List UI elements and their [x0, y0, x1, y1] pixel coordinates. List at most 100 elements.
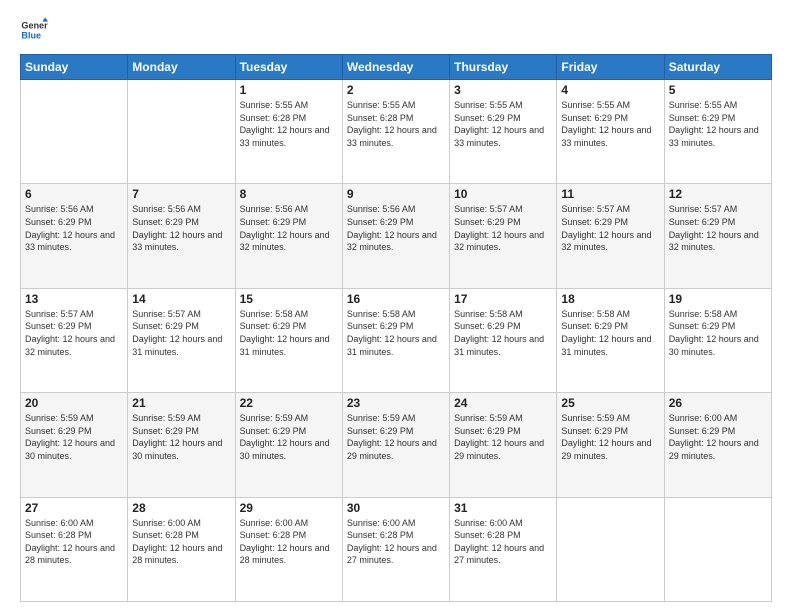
- logo: General Blue: [20, 16, 52, 44]
- day-info: Sunrise: 5:55 AMSunset: 6:28 PMDaylight:…: [347, 99, 445, 149]
- calendar-cell: 20Sunrise: 5:59 AMSunset: 6:29 PMDayligh…: [21, 393, 128, 497]
- day-number: 19: [669, 292, 767, 306]
- day-info: Sunrise: 5:59 AMSunset: 6:29 PMDaylight:…: [132, 412, 230, 462]
- logo-icon: General Blue: [20, 16, 48, 44]
- calendar-cell: 3 Sunrise: 5:55 AMSunset: 6:29 PMDaylight…: [450, 80, 557, 184]
- calendar-cell: [557, 497, 664, 601]
- calendar-cell: 26 Sunrise: 6:00 AMSunset: 6:29 PMDayligh…: [664, 393, 771, 497]
- day-number: 22: [240, 396, 338, 410]
- day-number: 18: [561, 292, 659, 306]
- page: General Blue SundayMondayTuesdayWednesda…: [0, 0, 792, 612]
- day-info: Sunrise: 5:56 AMSunset: 6:29 PMDaylight:…: [25, 203, 123, 253]
- svg-text:General: General: [21, 21, 48, 31]
- day-info: Sunrise: 5:58 AMSunset: 6:29 PMDaylight:…: [669, 308, 767, 358]
- day-info: Sunrise: 5:57 AMSunset: 6:29 PMDaylight:…: [669, 203, 767, 253]
- day-header-friday: Friday: [557, 55, 664, 80]
- calendar-cell: [21, 80, 128, 184]
- day-number: 6: [25, 187, 123, 201]
- calendar-header-row: SundayMondayTuesdayWednesdayThursdayFrid…: [21, 55, 772, 80]
- day-number: 14: [132, 292, 230, 306]
- day-number: 10: [454, 187, 552, 201]
- day-info: Sunrise: 5:57 AMSunset: 6:29 PMDaylight:…: [132, 308, 230, 358]
- day-number: 21: [132, 396, 230, 410]
- calendar-cell: [128, 80, 235, 184]
- calendar-cell: 29 Sunrise: 6:00 AMSunset: 6:28 PMDayligh…: [235, 497, 342, 601]
- day-info: Sunrise: 5:57 AMSunset: 6:29 PMDaylight:…: [25, 308, 123, 358]
- day-number: 23: [347, 396, 445, 410]
- day-info: Sunrise: 5:56 AMSunset: 6:29 PMDaylight:…: [132, 203, 230, 253]
- day-info: Sunrise: 5:55 AMSunset: 6:28 PMDaylight:…: [240, 99, 338, 149]
- day-number: 1: [240, 83, 338, 97]
- calendar-cell: 10 Sunrise: 5:57 AMSunset: 6:29 PMDayligh…: [450, 184, 557, 288]
- day-number: 12: [669, 187, 767, 201]
- calendar-cell: 8Sunrise: 5:56 AMSunset: 6:29 PMDaylight…: [235, 184, 342, 288]
- day-number: 24: [454, 396, 552, 410]
- calendar-cell: 13 Sunrise: 5:57 AMSunset: 6:29 PMDayligh…: [21, 288, 128, 392]
- day-info: Sunrise: 5:58 AMSunset: 6:29 PMDaylight:…: [347, 308, 445, 358]
- calendar-cell: 6 Sunrise: 5:56 AMSunset: 6:29 PMDaylight…: [21, 184, 128, 288]
- day-number: 3: [454, 83, 552, 97]
- calendar-cell: 23 Sunrise: 5:59 AMSunset: 6:29 PMDayligh…: [342, 393, 449, 497]
- calendar-cell: 11Sunrise: 5:57 AMSunset: 6:29 PMDayligh…: [557, 184, 664, 288]
- day-number: 25: [561, 396, 659, 410]
- day-number: 29: [240, 501, 338, 515]
- day-header-sunday: Sunday: [21, 55, 128, 80]
- day-info: Sunrise: 5:56 AMSunset: 6:29 PMDaylight:…: [347, 203, 445, 253]
- day-info: Sunrise: 5:59 AMSunset: 6:29 PMDaylight:…: [347, 412, 445, 462]
- day-info: Sunrise: 6:00 AMSunset: 6:28 PMDaylight:…: [132, 517, 230, 567]
- day-number: 4: [561, 83, 659, 97]
- day-info: Sunrise: 5:59 AMSunset: 6:29 PMDaylight:…: [561, 412, 659, 462]
- calendar: SundayMondayTuesdayWednesdayThursdayFrid…: [20, 54, 772, 602]
- day-info: Sunrise: 6:00 AMSunset: 6:28 PMDaylight:…: [454, 517, 552, 567]
- day-header-thursday: Thursday: [450, 55, 557, 80]
- day-header-wednesday: Wednesday: [342, 55, 449, 80]
- calendar-cell: 7Sunrise: 5:56 AMSunset: 6:29 PMDaylight…: [128, 184, 235, 288]
- calendar-cell: 27 Sunrise: 6:00 AMSunset: 6:28 PMDayligh…: [21, 497, 128, 601]
- day-info: Sunrise: 6:00 AMSunset: 6:29 PMDaylight:…: [669, 412, 767, 462]
- calendar-cell: 9 Sunrise: 5:56 AMSunset: 6:29 PMDaylight…: [342, 184, 449, 288]
- day-header-tuesday: Tuesday: [235, 55, 342, 80]
- day-info: Sunrise: 5:55 AMSunset: 6:29 PMDaylight:…: [561, 99, 659, 149]
- calendar-cell: 2 Sunrise: 5:55 AMSunset: 6:28 PMDaylight…: [342, 80, 449, 184]
- day-number: 2: [347, 83, 445, 97]
- day-number: 26: [669, 396, 767, 410]
- calendar-cell: 12 Sunrise: 5:57 AMSunset: 6:29 PMDayligh…: [664, 184, 771, 288]
- day-info: Sunrise: 5:59 AMSunset: 6:29 PMDaylight:…: [454, 412, 552, 462]
- day-info: Sunrise: 5:57 AMSunset: 6:29 PMDaylight:…: [454, 203, 552, 253]
- day-number: 17: [454, 292, 552, 306]
- day-info: Sunrise: 6:00 AMSunset: 6:28 PMDaylight:…: [347, 517, 445, 567]
- day-info: Sunrise: 5:55 AMSunset: 6:29 PMDaylight:…: [669, 99, 767, 149]
- calendar-cell: 1 Sunrise: 5:55 AMSunset: 6:28 PMDaylight…: [235, 80, 342, 184]
- calendar-week-4: 20Sunrise: 5:59 AMSunset: 6:29 PMDayligh…: [21, 393, 772, 497]
- day-number: 28: [132, 501, 230, 515]
- calendar-cell: 19 Sunrise: 5:58 AMSunset: 6:29 PMDayligh…: [664, 288, 771, 392]
- day-number: 9: [347, 187, 445, 201]
- day-info: Sunrise: 6:00 AMSunset: 6:28 PMDaylight:…: [240, 517, 338, 567]
- calendar-cell: 15Sunrise: 5:58 AMSunset: 6:29 PMDayligh…: [235, 288, 342, 392]
- day-number: 11: [561, 187, 659, 201]
- day-info: Sunrise: 5:58 AMSunset: 6:29 PMDaylight:…: [454, 308, 552, 358]
- day-number: 16: [347, 292, 445, 306]
- day-info: Sunrise: 5:55 AMSunset: 6:29 PMDaylight:…: [454, 99, 552, 149]
- day-number: 8: [240, 187, 338, 201]
- day-number: 27: [25, 501, 123, 515]
- day-info: Sunrise: 6:00 AMSunset: 6:28 PMDaylight:…: [25, 517, 123, 567]
- calendar-week-2: 6 Sunrise: 5:56 AMSunset: 6:29 PMDaylight…: [21, 184, 772, 288]
- day-header-monday: Monday: [128, 55, 235, 80]
- calendar-cell: 21 Sunrise: 5:59 AMSunset: 6:29 PMDayligh…: [128, 393, 235, 497]
- calendar-cell: 22Sunrise: 5:59 AMSunset: 6:29 PMDayligh…: [235, 393, 342, 497]
- calendar-cell: [664, 497, 771, 601]
- calendar-cell: 18Sunrise: 5:58 AMSunset: 6:29 PMDayligh…: [557, 288, 664, 392]
- calendar-cell: 14 Sunrise: 5:57 AMSunset: 6:29 PMDayligh…: [128, 288, 235, 392]
- calendar-week-3: 13 Sunrise: 5:57 AMSunset: 6:29 PMDayligh…: [21, 288, 772, 392]
- calendar-cell: 31Sunrise: 6:00 AMSunset: 6:28 PMDayligh…: [450, 497, 557, 601]
- day-info: Sunrise: 5:58 AMSunset: 6:29 PMDaylight:…: [240, 308, 338, 358]
- calendar-cell: 25 Sunrise: 5:59 AMSunset: 6:29 PMDayligh…: [557, 393, 664, 497]
- day-number: 13: [25, 292, 123, 306]
- calendar-cell: 4 Sunrise: 5:55 AMSunset: 6:29 PMDaylight…: [557, 80, 664, 184]
- day-header-saturday: Saturday: [664, 55, 771, 80]
- calendar-cell: 16 Sunrise: 5:58 AMSunset: 6:29 PMDayligh…: [342, 288, 449, 392]
- calendar-week-5: 27 Sunrise: 6:00 AMSunset: 6:28 PMDayligh…: [21, 497, 772, 601]
- day-number: 30: [347, 501, 445, 515]
- calendar-cell: 24 Sunrise: 5:59 AMSunset: 6:29 PMDayligh…: [450, 393, 557, 497]
